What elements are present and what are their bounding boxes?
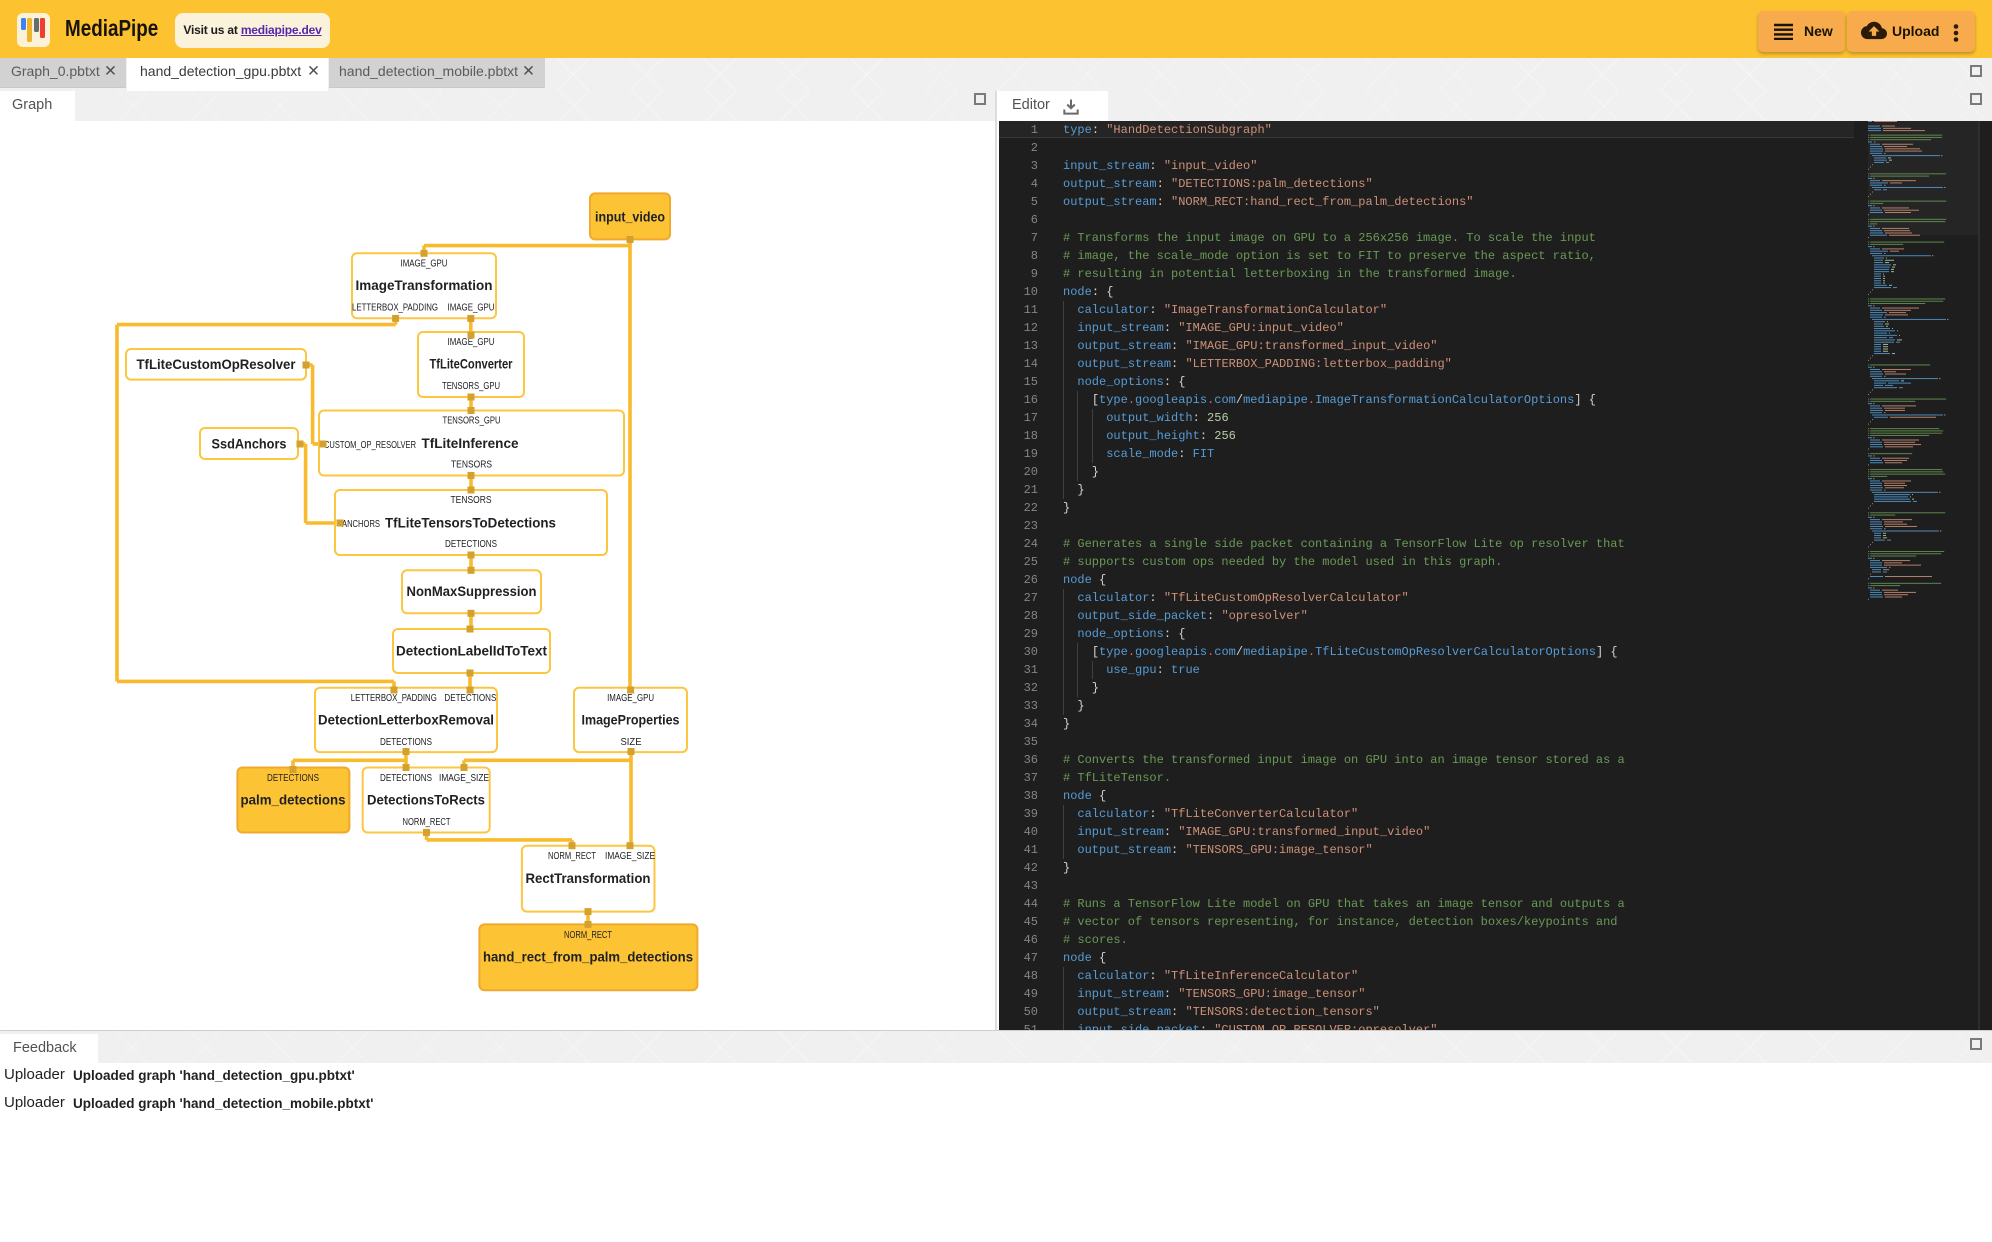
svg-text:IMAGE_SIZE: IMAGE_SIZE <box>439 773 489 784</box>
svg-text:NonMaxSuppression: NonMaxSuppression <box>407 583 537 599</box>
svg-text:IMAGE_GPU: IMAGE_GPU <box>607 693 654 704</box>
svg-text:LETTERBOX_PADDING: LETTERBOX_PADDING <box>351 693 437 704</box>
svg-text:TENSORS_GPU: TENSORS_GPU <box>442 381 500 392</box>
svg-text:IMAGE_SIZE: IMAGE_SIZE <box>605 851 655 862</box>
svg-text:ImageTransformation: ImageTransformation <box>356 277 493 293</box>
svg-text:TfLiteCustomOpResolver: TfLiteCustomOpResolver <box>137 356 297 372</box>
svg-text:SsdAnchors: SsdAnchors <box>212 435 287 451</box>
svg-text:NORM_RECT: NORM_RECT <box>548 851 596 862</box>
svg-text:TENSORS: TENSORS <box>451 460 492 471</box>
svg-text:TENSORS: TENSORS <box>451 495 492 506</box>
svg-text:ANCHORS: ANCHORS <box>342 519 380 530</box>
svg-text:DetectionLetterboxRemoval: DetectionLetterboxRemoval <box>318 711 494 727</box>
svg-text:DetectionsToRects: DetectionsToRects <box>367 792 485 808</box>
svg-text:DETECTIONS: DETECTIONS <box>380 773 432 784</box>
svg-text:palm_detections: palm_detections <box>241 792 346 808</box>
svg-text:SIZE: SIZE <box>621 737 642 748</box>
svg-text:IMAGE_GPU: IMAGE_GPU <box>448 337 495 348</box>
svg-text:IMAGE_GPU: IMAGE_GPU <box>448 303 495 314</box>
svg-text:hand_rect_from_palm_detections: hand_rect_from_palm_detections <box>483 949 693 965</box>
svg-text:TENSORS_GPU: TENSORS_GPU <box>443 416 501 427</box>
svg-text:IMAGE_GPU: IMAGE_GPU <box>401 259 448 270</box>
svg-text:DETECTIONS: DETECTIONS <box>380 737 432 748</box>
svg-text:NORM_RECT: NORM_RECT <box>564 930 612 941</box>
svg-text:input_video: input_video <box>595 209 665 225</box>
svg-text:TfLiteInference: TfLiteInference <box>422 435 519 451</box>
svg-text:DETECTIONS: DETECTIONS <box>267 773 319 784</box>
svg-text:ImageProperties: ImageProperties <box>582 711 680 727</box>
svg-text:TfLiteConverter: TfLiteConverter <box>430 356 513 372</box>
svg-text:CUSTOM_OP_RESOLVER: CUSTOM_OP_RESOLVER <box>324 440 416 451</box>
svg-text:DETECTIONS: DETECTIONS <box>445 539 497 550</box>
svg-text:DetectionLabelIdToText: DetectionLabelIdToText <box>396 643 547 659</box>
svg-text:DETECTIONS: DETECTIONS <box>444 693 496 704</box>
svg-text:LETTERBOX_PADDING: LETTERBOX_PADDING <box>352 303 438 314</box>
svg-text:TfLiteTensorsToDetections: TfLiteTensorsToDetections <box>385 514 556 530</box>
svg-text:RectTransformation: RectTransformation <box>526 870 651 886</box>
svg-text:NORM_RECT: NORM_RECT <box>403 817 451 828</box>
